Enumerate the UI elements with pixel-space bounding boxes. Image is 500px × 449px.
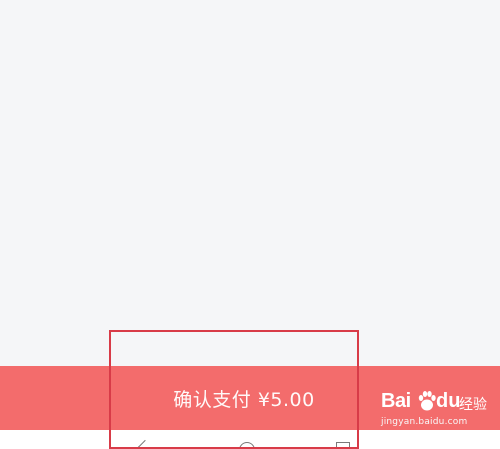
payment-screen: 确认支付 ¥5.00 Bai du 经验 jingyan.baidu.com [0, 0, 500, 449]
confirm-pay-label: 确认支付 ¥5.00 [173, 388, 315, 411]
confirm-pay-button[interactable]: 确认支付 ¥5.00 [0, 366, 500, 430]
home-icon[interactable] [239, 442, 255, 449]
system-nav-bar [0, 430, 500, 449]
content-area [0, 0, 500, 366]
back-icon[interactable] [137, 439, 153, 449]
recent-apps-icon[interactable] [336, 442, 350, 449]
